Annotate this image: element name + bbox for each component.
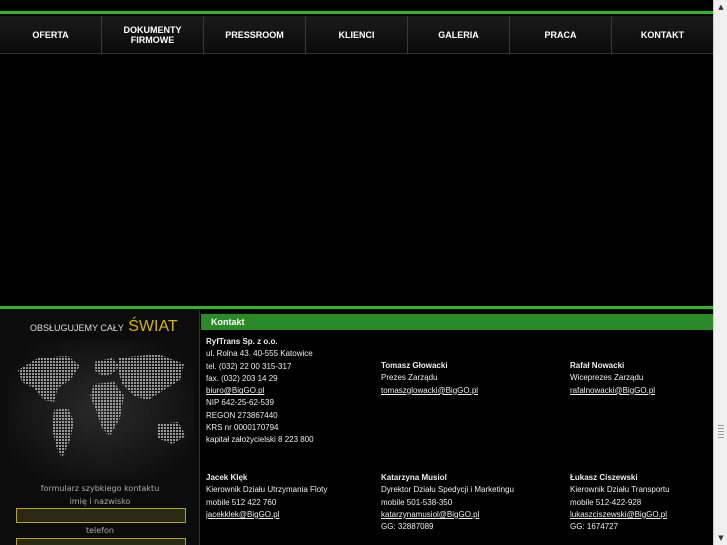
person-email-link[interactable]: rafalnowacki@BigGO.pl xyxy=(570,386,655,395)
person-card: Tomasz Głowacki Prezes Zarządu tomaszglo… xyxy=(381,361,479,395)
nav-galeria[interactable]: GALERIA xyxy=(408,16,510,53)
person-email-link[interactable]: tomaszglowacki@BigGO.pl xyxy=(381,386,478,395)
nav-klienci[interactable]: KLIENCI xyxy=(306,16,408,53)
world-heading: OBSŁUGUJEMY CAŁY ŚWIAT xyxy=(30,318,178,335)
phone-label: telefon xyxy=(86,526,114,535)
person-card: Jacek Klęk Kierownik Działu Utrzymania F… xyxy=(206,473,328,519)
person-card: Katarzyna Musiol Dyrektor Działu Spedycj… xyxy=(381,473,514,532)
scroll-grip-icon xyxy=(718,425,724,439)
quick-contact-title: formularz szybkiego kontaktu xyxy=(40,484,160,493)
vertical-scrollbar[interactable]: ▲ ▼ xyxy=(713,0,727,545)
contact-panel: Kontakt RyfTrans Sp. z o.o. ul. Rolna 43… xyxy=(201,310,713,545)
name-input[interactable] xyxy=(16,508,186,523)
left-panel: OBSŁUGUJEMY CAŁY ŚWIAT formularz szybkie… xyxy=(0,310,200,545)
person-email-link[interactable]: lukaszciszewski@BigGO.pl xyxy=(570,510,667,519)
company-info: RyfTrans Sp. z o.o. ul. Rolna 43. 40-555… xyxy=(206,337,314,445)
nav-dokumenty-firmowe[interactable]: DOKUMENTY FIRMOWE xyxy=(102,16,204,53)
nav-oferta[interactable]: OFERTA xyxy=(0,16,102,53)
person-email-link[interactable]: jacekklek@BigGO.pl xyxy=(206,510,279,519)
green-divider-middle xyxy=(0,306,713,309)
person-card: Łukasz Ciszewski Kierownik Działu Transp… xyxy=(570,473,670,532)
person-email-link[interactable]: katarzynamusiol@BigGO.pl xyxy=(381,510,479,519)
main-navigation: OFERTA DOKUMENTY FIRMOWE PRESSROOM KLIEN… xyxy=(0,16,713,54)
nav-praca[interactable]: PRACA xyxy=(510,16,612,53)
nav-pressroom[interactable]: PRESSROOM xyxy=(204,16,306,53)
world-map-icon xyxy=(8,340,194,480)
name-label: imię i nazwisko xyxy=(69,497,131,506)
contact-heading: Kontakt xyxy=(201,314,713,330)
company-email-link[interactable]: biuro@BigGO.pl xyxy=(206,386,264,395)
green-divider-top xyxy=(0,11,713,14)
person-card: Rafał Nowacki Wiceprezes Zarządu rafalno… xyxy=(570,361,656,395)
scroll-down-icon[interactable]: ▼ xyxy=(714,531,727,545)
phone-input[interactable] xyxy=(16,538,186,545)
nav-kontakt[interactable]: KONTAKT xyxy=(612,16,713,53)
top-strip xyxy=(0,0,713,10)
scrollbar-thumb[interactable] xyxy=(716,14,726,531)
banner-area xyxy=(0,55,713,305)
scroll-up-icon[interactable]: ▲ xyxy=(714,0,727,14)
